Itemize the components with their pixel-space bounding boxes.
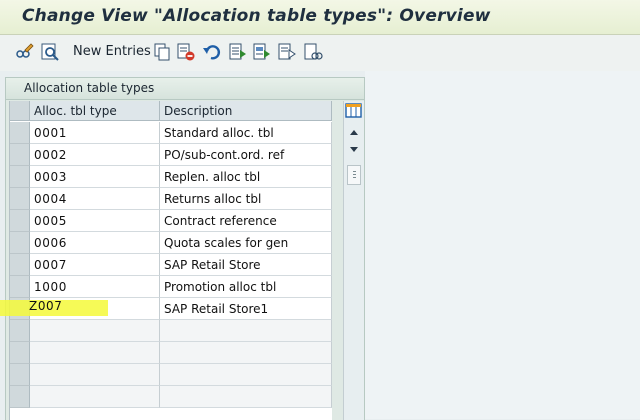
table-row[interactable]: 0007 SAP Retail Store — [10, 254, 332, 276]
select-block-icon[interactable] — [252, 42, 272, 62]
panel-title: Allocation table types — [24, 81, 154, 95]
table-row[interactable]: 0003 Replen. alloc tbl — [10, 166, 332, 188]
select-all-icon[interactable] — [228, 42, 248, 62]
row-selector[interactable] — [10, 188, 30, 210]
row-selector[interactable] — [10, 386, 30, 408]
vertical-scrollbar[interactable] — [343, 101, 364, 420]
title-bar: Change View "Allocation table types": Ov… — [0, 0, 640, 35]
empty-cell[interactable] — [30, 342, 160, 364]
row-selector[interactable] — [10, 232, 30, 254]
table-row[interactable]: 0002 PO/sub-cont.ord. ref — [10, 144, 332, 166]
scroll-down-icon[interactable] — [349, 146, 359, 154]
column-header-description[interactable]: Description — [160, 101, 332, 121]
description-cell: Replen. alloc tbl — [160, 166, 332, 188]
empty-cell[interactable] — [160, 386, 332, 408]
empty-row[interactable] — [10, 386, 332, 408]
row-selector[interactable] — [10, 210, 30, 232]
empty-row[interactable] — [10, 320, 332, 342]
empty-cell[interactable] — [160, 364, 332, 386]
row-selector[interactable] — [10, 166, 30, 188]
table-row[interactable]: 0004 Returns alloc tbl — [10, 188, 332, 210]
description-cell: SAP Retail Store1 — [160, 298, 332, 320]
row-selector[interactable] — [10, 254, 30, 276]
table-row[interactable]: 1000 Promotion alloc tbl — [10, 276, 332, 298]
alloc-type-cell: 0001 — [30, 122, 160, 144]
print-icon[interactable] — [303, 42, 323, 62]
find-icon[interactable] — [40, 42, 60, 62]
description-cell: Contract reference — [160, 210, 332, 232]
right-workarea — [365, 71, 640, 419]
allocation-table: Alloc. tbl type Description 0001 Standar… — [9, 101, 332, 420]
alloc-type-cell: 0002 — [30, 144, 160, 166]
empty-row[interactable] — [10, 342, 332, 364]
display-change-icon[interactable] — [14, 42, 34, 62]
row-selector[interactable] — [10, 342, 30, 364]
table-row[interactable]: 0001 Standard alloc. tbl — [10, 122, 332, 144]
table-row[interactable]: 0005 Contract reference — [10, 210, 332, 232]
alloc-type-cell: 0004 — [30, 188, 160, 210]
row-selector[interactable] — [10, 144, 30, 166]
undo-icon[interactable] — [202, 42, 222, 62]
table-row[interactable]: 0006 Quota scales for gen — [10, 232, 332, 254]
description-cell: Quota scales for gen — [160, 232, 332, 254]
scroll-up-icon[interactable] — [349, 128, 359, 136]
alloc-type-cell: 0005 — [30, 210, 160, 232]
empty-cell[interactable] — [30, 386, 160, 408]
empty-cell[interactable] — [160, 342, 332, 364]
copy-icon[interactable] — [152, 42, 172, 62]
description-cell: Returns alloc tbl — [160, 188, 332, 210]
alloc-type-cell: 0007 — [30, 254, 160, 276]
empty-cell[interactable] — [160, 320, 332, 342]
description-cell: PO/sub-cont.ord. ref — [160, 144, 332, 166]
column-header-alloc-type[interactable]: Alloc. tbl type — [30, 101, 160, 121]
row-selector[interactable] — [10, 364, 30, 386]
deselect-all-icon[interactable] — [277, 42, 297, 62]
application-toolbar: New Entries — [0, 35, 640, 71]
alloc-type-cell: 0003 — [30, 166, 160, 188]
empty-cell[interactable] — [30, 364, 160, 386]
empty-row[interactable] — [10, 364, 332, 386]
panel-header: Allocation table types — [6, 78, 364, 100]
alloc-type-cell: 0006 — [30, 232, 160, 254]
description-cell: SAP Retail Store — [160, 254, 332, 276]
column-settings-icon[interactable] — [345, 102, 363, 120]
empty-cell[interactable] — [30, 320, 160, 342]
alloc-type-cell: 1000 — [30, 276, 160, 298]
new-entries-button[interactable]: New Entries — [73, 44, 151, 59]
select-all-rows-cell[interactable] — [10, 101, 30, 121]
allocation-table-panel: Allocation table types Alloc. tbl type D… — [5, 77, 365, 420]
row-selector[interactable] — [10, 276, 30, 298]
row-selector[interactable] — [10, 122, 30, 144]
page-title: Change View "Allocation table types": Ov… — [22, 6, 491, 26]
scroll-thumb[interactable] — [347, 165, 361, 185]
row-selector[interactable] — [10, 320, 30, 342]
delete-icon[interactable] — [176, 42, 196, 62]
description-cell: Standard alloc. tbl — [160, 122, 332, 144]
highlight-overlay-text: Z007 — [29, 299, 63, 313]
description-cell: Promotion alloc tbl — [160, 276, 332, 298]
